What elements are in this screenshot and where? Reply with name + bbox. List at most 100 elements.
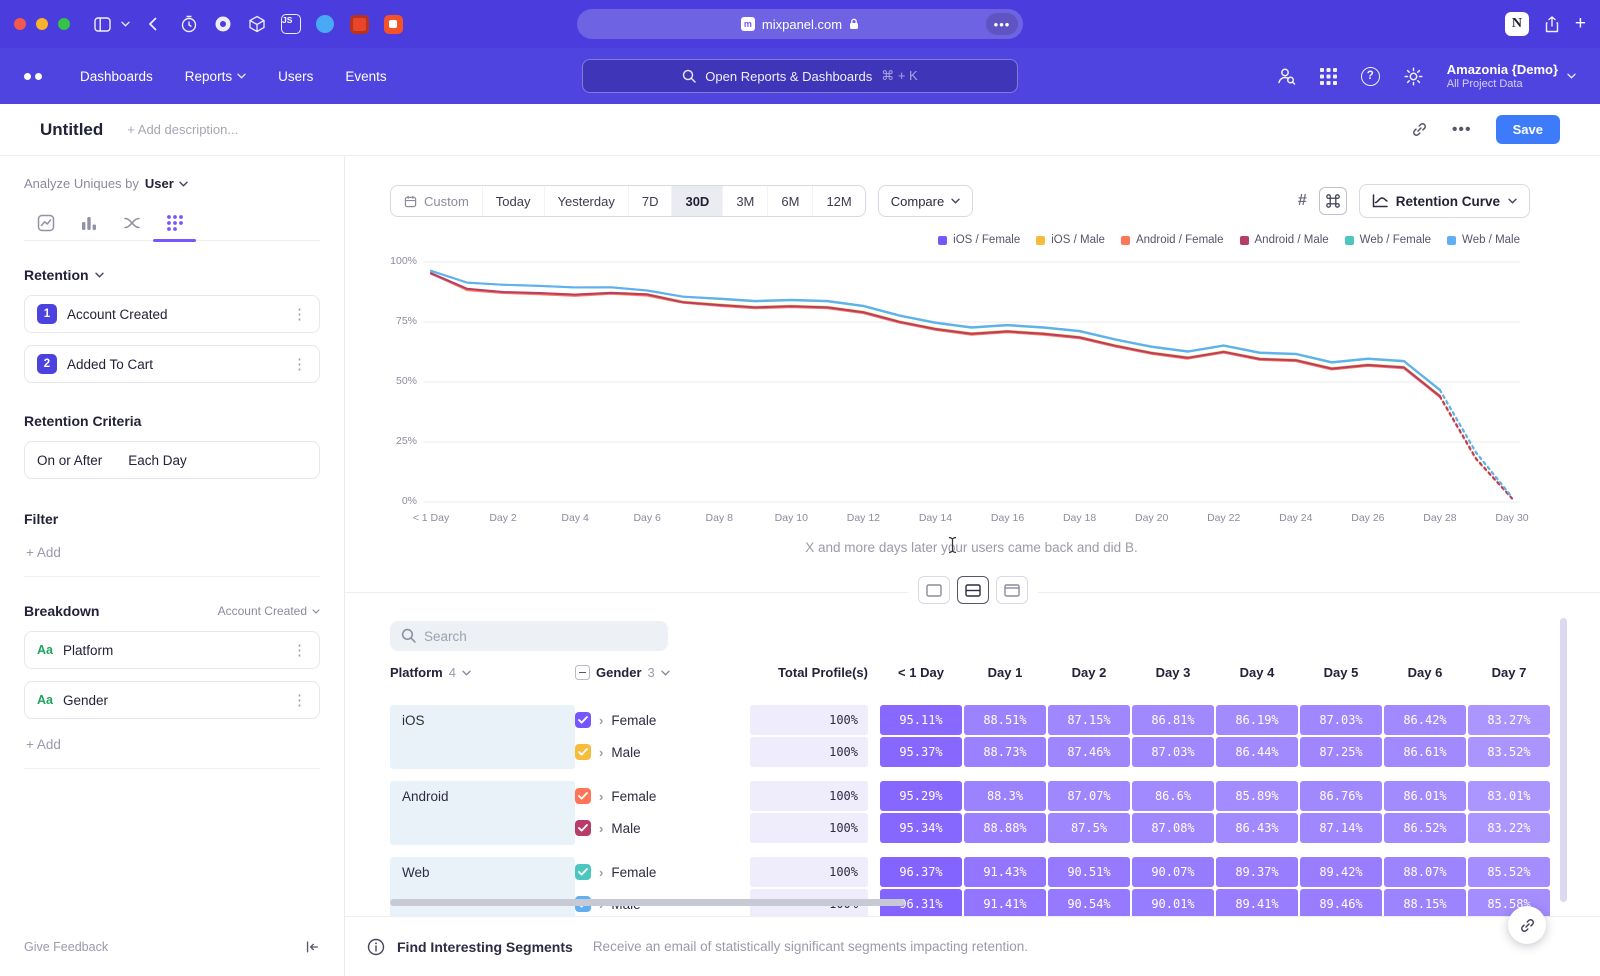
copy-link-icon[interactable] (1411, 121, 1428, 138)
legend-item[interactable]: Android / Female (1121, 234, 1224, 246)
clock-extension-icon[interactable] (177, 12, 201, 36)
window-minimize-button[interactable] (36, 18, 48, 30)
range-7d[interactable]: 7D (628, 186, 672, 216)
table-view-button[interactable] (996, 576, 1028, 604)
platform-column-header[interactable]: Platform 4 (390, 665, 471, 680)
mixpanel-logo[interactable] (24, 73, 42, 80)
kebab-menu-icon[interactable]: ⋮ (292, 305, 307, 323)
retention-cell[interactable]: 95.37% (880, 737, 962, 767)
table-search-input[interactable] (390, 621, 668, 651)
nav-dashboards[interactable]: Dashboards (80, 69, 153, 84)
retention-cell[interactable]: 86.43% (1216, 813, 1298, 843)
retention-cell[interactable]: 90.01% (1132, 889, 1214, 916)
add-description-button[interactable]: + Add description... (127, 122, 238, 137)
legend-item[interactable]: Android / Male (1240, 234, 1329, 246)
gender-row-ios-female[interactable]: ›Female (575, 705, 750, 735)
retention-cell[interactable]: 85.89% (1216, 781, 1298, 811)
tab-insights-icon[interactable] (24, 205, 67, 240)
nav-users[interactable]: Users (278, 69, 313, 84)
tab-flows-icon[interactable] (110, 205, 153, 240)
breakdown-gender[interactable]: AaGender⋮ (24, 681, 320, 719)
tab-retention-icon[interactable] (153, 205, 196, 240)
retention-cell[interactable]: 86.19% (1216, 705, 1298, 735)
retention-cell[interactable]: 95.11% (880, 705, 962, 735)
range-custom[interactable]: Custom (391, 186, 482, 216)
series-checkbox[interactable] (575, 788, 591, 804)
window-close-button[interactable] (14, 18, 26, 30)
expand-row-icon[interactable]: › (599, 821, 603, 836)
retention-cell[interactable]: 89.42% (1300, 857, 1382, 887)
series-checkbox[interactable] (575, 712, 591, 728)
kebab-menu-icon[interactable]: ⋮ (292, 641, 307, 659)
apps-grid-icon[interactable] (1320, 68, 1337, 85)
blue-circle-extension-icon[interactable] (313, 12, 337, 36)
retention-cell[interactable]: 85.52% (1468, 857, 1550, 887)
range-yesterday[interactable]: Yesterday (544, 186, 628, 216)
add-filter-button[interactable]: + Add (24, 535, 320, 577)
retention-cell[interactable]: 86.01% (1384, 781, 1466, 811)
split-view-button[interactable] (957, 576, 989, 604)
select-all-checkbox[interactable] (575, 665, 590, 680)
retention-step-1[interactable]: 1Account Created⋮ (24, 295, 320, 333)
retention-cell[interactable]: 87.03% (1300, 705, 1382, 735)
tab-funnels-icon[interactable] (67, 205, 110, 240)
series-checkbox[interactable] (575, 864, 591, 880)
report-title[interactable]: Untitled (40, 120, 103, 140)
project-switcher[interactable]: Amazonia {Demo} All Project Data (1447, 62, 1576, 90)
retention-cell[interactable]: 87.03% (1132, 737, 1214, 767)
more-options-button[interactable]: ••• (1452, 121, 1472, 139)
cube-extension-icon[interactable] (245, 12, 269, 36)
criteria-on-or-after[interactable]: On or After (37, 453, 102, 468)
retention-cell[interactable]: 88.07% (1384, 857, 1466, 887)
retention-cell[interactable]: 86.81% (1132, 705, 1214, 735)
chart-type-dropdown[interactable]: Retention Curve (1359, 184, 1530, 218)
kebab-menu-icon[interactable]: ⋮ (292, 691, 307, 709)
give-feedback-link[interactable]: Give Feedback (24, 940, 108, 954)
retention-cell[interactable]: 83.52% (1468, 737, 1550, 767)
criteria-each-day[interactable]: Each Day (128, 453, 187, 468)
gender-row-ios-male[interactable]: ›Male (575, 737, 750, 767)
retention-cell[interactable]: 95.34% (880, 813, 962, 843)
keyboard-shortcuts-button[interactable] (1319, 187, 1347, 215)
gender-row-web-female[interactable]: ›Female (575, 857, 750, 887)
range-today[interactable]: Today (482, 186, 544, 216)
new-tab-button[interactable]: + (1575, 13, 1586, 35)
retention-cell[interactable]: 87.5% (1048, 813, 1130, 843)
find-segments-title[interactable]: Find Interesting Segments (397, 939, 573, 955)
legend-item[interactable]: Web / Female (1345, 234, 1431, 246)
retention-cell[interactable]: 91.41% (964, 889, 1046, 916)
retention-cell[interactable]: 89.46% (1300, 889, 1382, 916)
retention-cell[interactable]: 86.76% (1300, 781, 1382, 811)
breakdown-platform[interactable]: AaPlatform⋮ (24, 631, 320, 669)
expand-row-icon[interactable]: › (599, 745, 603, 760)
retention-cell[interactable]: 87.07% (1048, 781, 1130, 811)
uniques-by-dropdown[interactable]: User (145, 176, 188, 191)
retention-cell[interactable]: 89.41% (1216, 889, 1298, 916)
retention-cell[interactable]: 87.46% (1048, 737, 1130, 767)
retention-cell[interactable]: 96.37% (880, 857, 962, 887)
retention-cell[interactable]: 88.51% (964, 705, 1046, 735)
retention-cell[interactable]: 83.01% (1468, 781, 1550, 811)
retention-cell[interactable]: 95.29% (880, 781, 962, 811)
retention-cell[interactable]: 86.52% (1384, 813, 1466, 843)
retention-section-heading[interactable]: Retention (24, 267, 320, 283)
retention-cell[interactable]: 90.54% (1048, 889, 1130, 916)
notion-icon[interactable]: N (1505, 12, 1529, 36)
retention-cell[interactable]: 88.88% (964, 813, 1046, 843)
retention-cell[interactable]: 90.07% (1132, 857, 1214, 887)
retention-cell[interactable]: 88.73% (964, 737, 1046, 767)
retention-cell[interactable]: 87.08% (1132, 813, 1214, 843)
retention-cell[interactable]: 89.37% (1216, 857, 1298, 887)
share-icon[interactable] (1545, 16, 1559, 33)
global-search-button[interactable]: Open Reports & Dashboards ⌘ + K (582, 59, 1018, 93)
retention-cell[interactable]: 87.14% (1300, 813, 1382, 843)
legend-item[interactable]: iOS / Male (1036, 234, 1105, 246)
legend-item[interactable]: iOS / Female (938, 234, 1020, 246)
collapse-sidebar-icon[interactable] (304, 939, 320, 955)
horizontal-scrollbar[interactable] (390, 899, 905, 906)
profile-lookup-icon[interactable] (1276, 66, 1296, 86)
js-extension-icon[interactable]: JS (279, 12, 303, 36)
retention-cell[interactable]: 86.42% (1384, 705, 1466, 735)
address-options-button[interactable]: ••• (986, 13, 1018, 35)
retention-cell[interactable]: 90.51% (1048, 857, 1130, 887)
